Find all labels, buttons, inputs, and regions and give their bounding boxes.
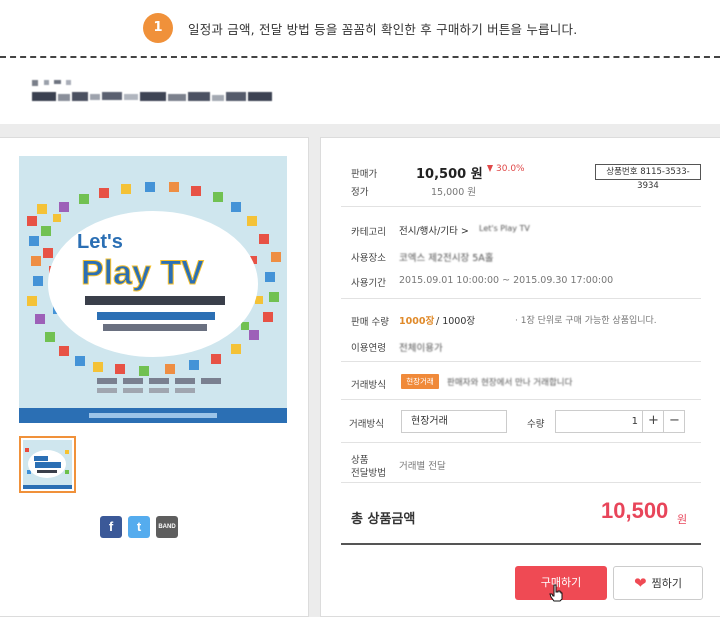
poster-title-line1: Let's	[77, 231, 123, 253]
sales-qty-sold: 1000장	[399, 316, 435, 327]
trade-method-detail: 판매자와 현장에서 만나 거래합니다	[447, 378, 573, 388]
trade-method-select[interactable]: 현장거래	[401, 410, 507, 433]
period-value: 2015.09.01 10:00:00 ~ 2015.09.30 17:00:0…	[399, 275, 614, 286]
facebook-share-icon[interactable]: f	[100, 516, 122, 538]
thumbnail-graphic	[23, 440, 72, 489]
quantity-stepper[interactable]: 1 + −	[555, 410, 685, 433]
category-sub[interactable]: Let's Play TV	[479, 224, 530, 233]
heart-icon: ❤	[634, 574, 647, 592]
divider	[341, 206, 701, 207]
category-path[interactable]: 전시/행사/기타 >	[399, 223, 469, 237]
step-number-badge: 1	[143, 13, 173, 43]
trade-select-label: 거래방식	[349, 419, 384, 430]
divider	[341, 442, 701, 443]
total-price-unit: 원	[677, 513, 688, 526]
product-info-panel: 판매가 10,500 원 30.0% 상품번호 8115-3533-3934 정…	[320, 137, 720, 617]
category-label: 카테고리	[351, 227, 386, 238]
divider	[341, 399, 701, 400]
poster-title-line2: Play TV	[81, 254, 204, 292]
product-number-badge: 상품번호 8115-3533-3934	[595, 164, 701, 191]
quantity-plus-button[interactable]: +	[642, 411, 664, 432]
total-price-label: 총 상품금액	[351, 512, 416, 527]
product-thumbnail[interactable]	[19, 436, 76, 493]
quantity-minus-button[interactable]: −	[663, 411, 685, 432]
place-value: 코엑스 제2전시장 5A홀	[399, 253, 494, 264]
hand-cursor-icon	[549, 584, 563, 602]
sale-price-label: 판매가	[351, 169, 378, 180]
divider	[341, 482, 701, 483]
quantity-input[interactable]: 1	[556, 411, 640, 432]
delivery-label-line1: 상품	[351, 455, 369, 466]
list-price-value: 15,000 원	[431, 187, 477, 198]
total-price-value: 10,500	[601, 498, 669, 523]
place-label: 사용장소	[351, 253, 386, 264]
discount-value: 30.0%	[496, 164, 525, 174]
divider	[341, 298, 701, 299]
instruction-banner: 1 일정과 금액, 전달 방법 등을 꼼꼼히 확인한 후 구매하기 버튼을 누릅…	[0, 0, 720, 58]
total-divider	[341, 543, 701, 545]
quantity-label: 수량	[527, 419, 545, 430]
usage-age-value: 전체이용가	[399, 343, 443, 354]
sales-qty-note: · 1장 단위로 구매 가능한 상품입니다.	[515, 316, 657, 326]
period-label: 사용기간	[351, 278, 386, 289]
sales-qty-total: / 1000장	[436, 316, 476, 327]
wishlist-label: 찜하기	[651, 577, 682, 590]
band-share-icon[interactable]: BAND	[156, 516, 178, 538]
twitter-share-icon[interactable]: t	[128, 516, 150, 538]
down-arrow-icon	[487, 165, 493, 172]
discount-rate: 30.0%	[487, 164, 525, 174]
list-price-label: 정가	[351, 187, 369, 198]
product-image-panel: Let's Play TV f t BAND	[0, 137, 309, 617]
sale-price-value: 10,500 원	[416, 167, 483, 182]
wishlist-button[interactable]: ❤ 찜하기	[613, 566, 703, 600]
onsite-trade-badge: 현장거래	[401, 374, 439, 389]
delivery-label-line2: 전달방법	[351, 468, 386, 479]
divider	[341, 361, 701, 362]
product-title-area	[0, 60, 720, 124]
sales-qty-label: 판매 수량	[351, 317, 389, 328]
redacted-product-title	[32, 76, 277, 108]
delivery-value: 거래별 전달	[399, 461, 446, 472]
usage-age-label: 이용연령	[351, 343, 386, 354]
product-main-image[interactable]: Let's Play TV	[19, 156, 287, 423]
instruction-text: 일정과 금액, 전달 방법 등을 꼼꼼히 확인한 후 구매하기 버튼을 누릅니다…	[188, 22, 578, 37]
trade-method-label: 거래방식	[351, 380, 386, 391]
poster-graphic: Let's Play TV	[19, 156, 287, 423]
